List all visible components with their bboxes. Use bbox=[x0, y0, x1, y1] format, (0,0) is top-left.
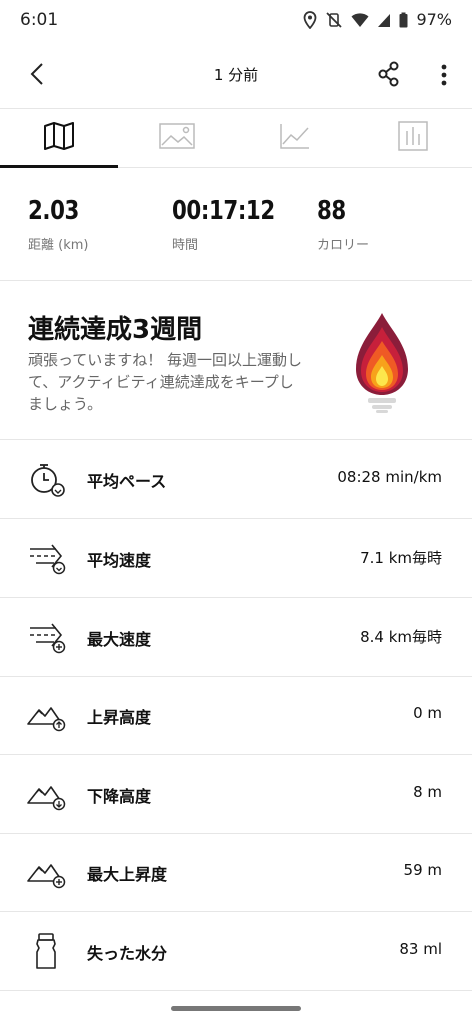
more-vertical-icon bbox=[428, 64, 460, 98]
metric-label: 平均ペース bbox=[87, 472, 167, 491]
signal-icon bbox=[377, 12, 391, 28]
speed-max-icon bbox=[26, 616, 70, 658]
stat-calories-label: カロリー bbox=[317, 238, 370, 253]
metric-value: 08:28 min/km bbox=[337, 468, 442, 486]
stat-calories-value: 88 bbox=[317, 196, 346, 226]
stat-time: 00:17:12 時間 bbox=[172, 196, 297, 253]
map-icon bbox=[43, 121, 75, 155]
metric-label: 最大速度 bbox=[87, 630, 152, 649]
max-elevation-icon bbox=[26, 851, 70, 893]
metric-label: 上昇高度 bbox=[87, 708, 152, 727]
metric-value: 8.4 km毎時 bbox=[360, 628, 442, 646]
share-button[interactable] bbox=[372, 54, 408, 94]
battery-icon bbox=[399, 12, 408, 28]
battery-percent: 97% bbox=[416, 10, 452, 29]
metric-row-ascent: 上昇高度 0 m bbox=[0, 676, 472, 755]
metric-row-avg-pace: 平均ペース 08:28 min/km bbox=[0, 440, 472, 519]
water-bottle-icon bbox=[26, 930, 70, 972]
wifi-icon bbox=[351, 12, 369, 28]
app-bar: 1 分前 bbox=[0, 40, 472, 109]
image-icon bbox=[159, 123, 195, 153]
metric-value: 59 m bbox=[403, 861, 442, 879]
metric-row-max-speed: 最大速度 8.4 km毎時 bbox=[0, 598, 472, 677]
line-chart-icon bbox=[279, 122, 311, 154]
metric-value: 0 m bbox=[413, 704, 442, 722]
metric-row-avg-speed: 平均速度 7.1 km毎時 bbox=[0, 519, 472, 598]
stat-time-value: 00:17:12 bbox=[172, 196, 275, 226]
metric-label: 下降高度 bbox=[87, 787, 152, 806]
status-time: 6:01 bbox=[20, 10, 59, 30]
gesture-nav-handle[interactable] bbox=[171, 1006, 301, 1011]
streak-title: 連続達成3週間 bbox=[28, 315, 203, 345]
stopwatch-icon bbox=[26, 458, 70, 500]
flame-torch-icon bbox=[352, 311, 412, 419]
elevation-loss-icon bbox=[26, 773, 70, 815]
tab-map[interactable] bbox=[0, 109, 118, 168]
metric-value: 7.1 km毎時 bbox=[360, 549, 442, 567]
metric-label: 平均速度 bbox=[87, 551, 152, 570]
streak-description: 頑張っていますね！ 毎週一回以上運動して、アクティビティ連続達成をキープしましょ… bbox=[28, 351, 303, 413]
stat-calories: 88 カロリー bbox=[317, 196, 369, 253]
metric-row-descent: 下降高度 8 m bbox=[0, 755, 472, 834]
status-bar: 6:01 97% bbox=[0, 0, 472, 40]
vibrate-off-icon bbox=[325, 11, 343, 29]
share-icon bbox=[372, 61, 408, 98]
speed-average-icon bbox=[26, 537, 70, 579]
metric-label: 最大上昇度 bbox=[87, 865, 168, 884]
stat-time-label: 時間 bbox=[172, 238, 199, 253]
stat-distance: 2.03 距離 (km) bbox=[28, 196, 90, 253]
metric-value: 83 ml bbox=[399, 940, 442, 958]
tab-photos[interactable] bbox=[118, 109, 236, 167]
tab-laps[interactable] bbox=[354, 109, 472, 167]
streak-card: 連続達成3週間 頑張っていますね！ 毎週一回以上運動して、アクティビティ連続達成… bbox=[0, 281, 472, 440]
more-options-button[interactable] bbox=[428, 54, 460, 94]
stat-distance-value: 2.03 bbox=[28, 196, 79, 226]
elevation-gain-icon bbox=[26, 694, 70, 736]
metric-label: 失った水分 bbox=[87, 944, 168, 963]
stat-distance-label: 距離 (km) bbox=[28, 238, 89, 253]
metric-row-max-elevation: 最大上昇度 59 m bbox=[0, 833, 472, 912]
location-icon bbox=[303, 10, 317, 29]
tab-bar bbox=[0, 109, 472, 168]
metric-value: 8 m bbox=[413, 783, 442, 801]
bar-chart-icon bbox=[398, 121, 428, 155]
status-icons: 97% bbox=[303, 10, 452, 29]
summary-stats: 2.03 距離 (km) 00:17:12 時間 88 カロリー bbox=[0, 168, 472, 281]
tab-graph[interactable] bbox=[236, 109, 354, 167]
metric-row-fluid-loss: 失った水分 83 ml bbox=[0, 912, 472, 991]
